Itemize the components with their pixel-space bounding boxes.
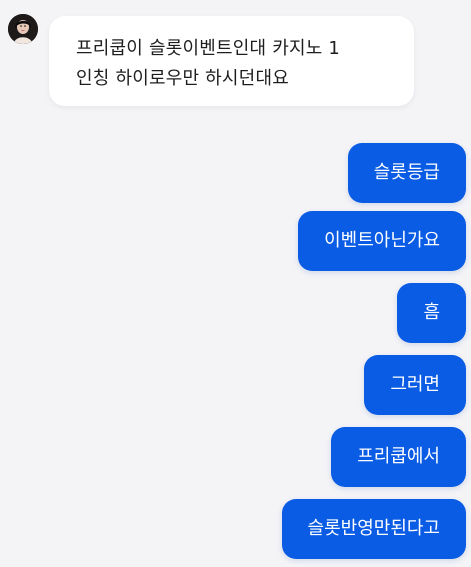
outgoing-message[interactable]: 프리쿱에서 <box>331 427 466 487</box>
outgoing-message[interactable]: 그러면 <box>364 355 466 415</box>
incoming-message-line: 프리쿱이 슬롯이벤트인대 카지노 1 <box>76 38 341 59</box>
outgoing-message[interactable]: 흠 <box>397 283 466 343</box>
outgoing-message[interactable]: 이벤트아닌가요 <box>298 211 466 271</box>
chat-thread: 프리쿱이 슬롯이벤트인대 카지노 1 인칭 하이로우만 하시던대요 슬롯등급 이… <box>0 0 471 567</box>
outgoing-message[interactable]: 슬롯반영만된다고 <box>281 499 466 559</box>
incoming-message-line: 인칭 하이로우만 하시던대요 <box>76 68 289 89</box>
avatar[interactable] <box>8 14 38 44</box>
outgoing-message[interactable]: 슬롯등급 <box>347 143 466 203</box>
profile-photo-icon <box>8 14 38 44</box>
incoming-message[interactable]: 프리쿱이 슬롯이벤트인대 카지노 1 인칭 하이로우만 하시던대요 <box>49 16 414 106</box>
